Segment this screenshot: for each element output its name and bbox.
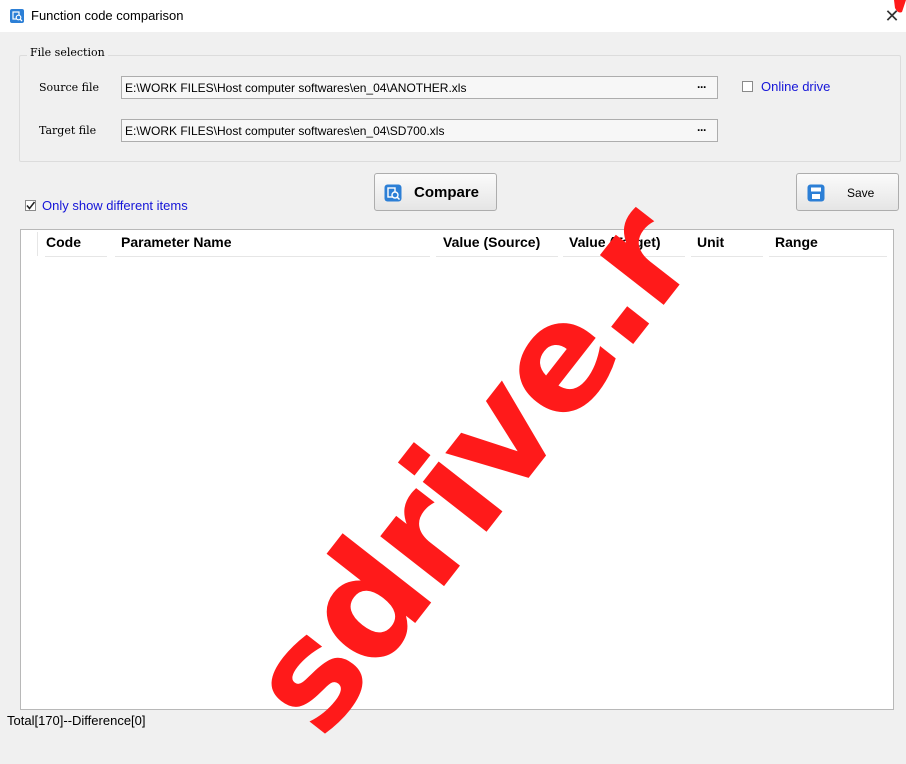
close-icon: ✕ <box>884 6 900 26</box>
header-underline-parameter-name <box>115 256 430 257</box>
target-browse-button[interactable]: ··· <box>697 123 707 137</box>
compare-button[interactable]: Compare <box>374 173 497 211</box>
online-drive-label[interactable]: Online drive <box>761 79 830 95</box>
only-diff-checkbox[interactable] <box>25 200 36 211</box>
column-header-range[interactable]: Range <box>775 233 818 251</box>
column-header-parameter-name[interactable]: Parameter Name <box>121 233 232 251</box>
compare-label: Compare <box>414 184 480 201</box>
column-header-unit[interactable]: Unit <box>697 233 724 251</box>
row-header-separator <box>37 232 38 256</box>
file-selection-group <box>19 55 901 162</box>
column-header-value-target[interactable]: Value (Target) <box>569 233 661 251</box>
compare-icon <box>384 184 402 202</box>
source-file-field[interactable]: E:\WORK FILES\Host computer softwares\en… <box>121 76 718 99</box>
header-underline-unit <box>691 256 763 257</box>
online-drive-checkbox[interactable] <box>742 81 753 92</box>
only-diff-label[interactable]: Only show different items <box>42 198 188 214</box>
save-button[interactable]: Save <box>796 173 899 211</box>
save-label: Save <box>847 186 875 200</box>
comparison-table[interactable] <box>20 229 894 710</box>
close-button[interactable]: ✕ <box>882 6 902 26</box>
compare-app-icon <box>10 9 24 23</box>
status-text: Total[170]--Difference[0] <box>7 713 146 728</box>
target-file-label: Target file <box>39 124 97 137</box>
column-header-code[interactable]: Code <box>46 233 81 251</box>
source-file-label: Source file <box>39 81 100 94</box>
source-file-value: E:\WORK FILES\Host computer softwares\en… <box>125 81 467 95</box>
checkmark-icon <box>26 201 36 210</box>
header-underline-range <box>769 256 887 257</box>
save-icon <box>807 184 825 202</box>
target-file-value: E:\WORK FILES\Host computer softwares\en… <box>125 124 445 138</box>
header-underline-code <box>45 256 107 257</box>
file-selection-legend: File selection <box>27 46 108 60</box>
header-underline-value-source <box>436 256 558 257</box>
header-underline-value-target <box>563 256 685 257</box>
target-file-field[interactable]: E:\WORK FILES\Host computer softwares\en… <box>121 119 718 142</box>
window-title: Function code comparison <box>31 8 184 23</box>
source-browse-button[interactable]: ··· <box>697 80 707 94</box>
column-header-value-source[interactable]: Value (Source) <box>443 233 540 251</box>
